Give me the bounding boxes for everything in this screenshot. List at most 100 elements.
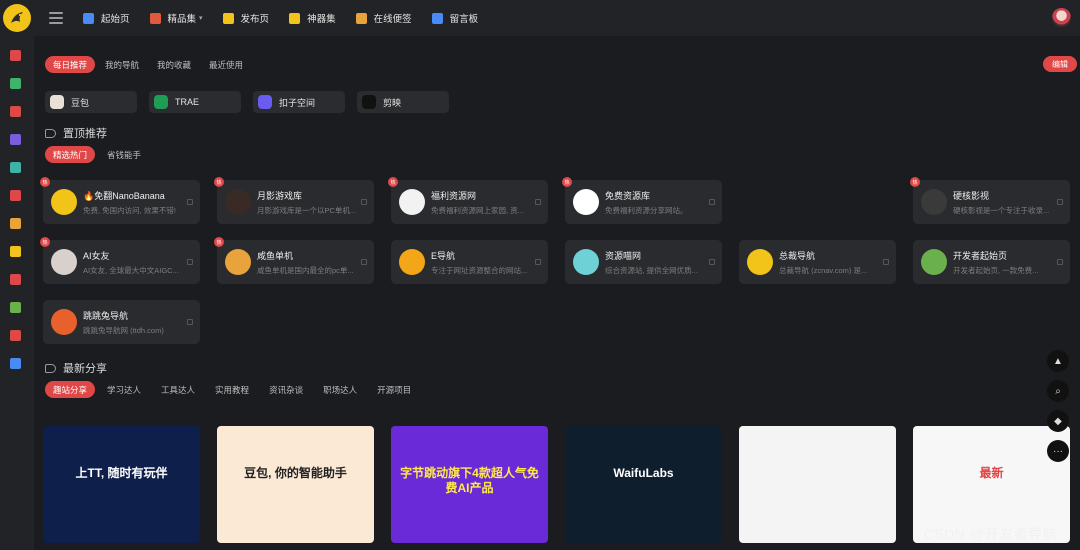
site-card-name: 硬核影视: [953, 190, 990, 201]
site-card-desc: 咸鱼单机是国内最全的pc单...: [257, 265, 354, 275]
chevron-down-icon: ▾: [199, 15, 203, 22]
site-card[interactable]: 开发者起始页 开发者起始页, 一款免费...: [913, 240, 1070, 284]
rail-icon-12[interactable]: [10, 358, 21, 369]
site-card[interactable]: 热硬核影视硬核影视是一个专注于收录...: [910, 177, 1070, 224]
tag-button[interactable]: ◆: [1047, 410, 1069, 432]
tab-latest-0[interactable]: 趣站分享: [45, 381, 96, 398]
card-detail-icon[interactable]: [187, 259, 193, 265]
rail-icon-11[interactable]: [10, 330, 21, 341]
site-card-text: 硬核影视硬核影视是一个专注于收录...: [953, 189, 1065, 216]
site-logo[interactable]: [3, 4, 31, 32]
tab-latest-5[interactable]: 职场达人: [315, 381, 365, 398]
left-rail: [0, 36, 34, 550]
rail-icon-1[interactable]: [10, 50, 21, 61]
back-to-top-button[interactable]: ▲: [1047, 350, 1069, 372]
share-thumbnail[interactable]: 字节跳动旗下4款超人气免费AI产品: [391, 426, 548, 543]
rail-icon-3[interactable]: [10, 106, 21, 117]
nav-item-0[interactable]: 起始页: [83, 11, 130, 25]
site-card-desc: 免费, 免国内访问, 效果不错!: [83, 205, 176, 215]
hot-badge-icon: 热: [214, 177, 224, 187]
card-detail-icon[interactable]: [535, 199, 541, 205]
share-thumbnail[interactable]: 豆包, 你的智能助手: [217, 426, 374, 543]
tab-top-0[interactable]: 每日推荐: [45, 56, 96, 73]
notes-icon: [355, 12, 367, 24]
quick-link-3[interactable]: 剪映: [357, 91, 449, 113]
menu-toggle-icon[interactable]: [49, 12, 63, 24]
card-detail-icon[interactable]: [361, 259, 367, 265]
site-card[interactable]: 热 AI女友 AI女友, 全球最大中文AIGC...: [40, 237, 200, 284]
rail-icon-6[interactable]: [10, 190, 21, 201]
latest-tabs: 趣站分享 学习达人 工具达人 实用教程 资讯杂谈 职场达人 开源项目: [45, 381, 419, 398]
site-card[interactable]: 热 🔥免翻NanoBanana 免费, 免国内访问, 效果不错!: [40, 177, 200, 224]
tab-top-2[interactable]: 我的收藏: [149, 56, 199, 73]
site-card[interactable]: 热福利资源网 免费福利资源网上家园, 资...: [388, 177, 548, 224]
site-card-desc: 硬核影视是一个专注于收录...: [953, 205, 1050, 215]
card-detail-icon[interactable]: [361, 199, 367, 205]
rail-icon-2[interactable]: [10, 78, 21, 89]
site-logo-icon: [573, 249, 599, 275]
tab-latest-1[interactable]: 学习达人: [99, 381, 149, 398]
site-card[interactable]: 资源喵网 综合资源站, 提供全网优质...: [565, 240, 722, 284]
site-card[interactable]: 热月影游戏库 月影游戏库是一个以PC单机...: [214, 177, 374, 224]
site-card-desc: 综合资源站, 提供全网优质...: [605, 265, 698, 275]
tab-pinned-1[interactable]: 省钱能手: [99, 146, 149, 163]
tab-top-3[interactable]: 最近使用: [201, 56, 251, 73]
tab-pinned-0[interactable]: 精选热门: [45, 146, 96, 163]
hot-badge-icon: 热: [910, 177, 920, 187]
rail-icon-8[interactable]: [10, 246, 21, 257]
nav-item-3[interactable]: 神器集: [289, 11, 336, 25]
card-detail-icon[interactable]: [187, 319, 193, 325]
site-card-name: 咸鱼单机: [257, 250, 294, 261]
tab-latest-3[interactable]: 实用教程: [207, 381, 257, 398]
site-card-desc: 月影游戏库是一个以PC单机...: [257, 205, 357, 215]
nav-item-1[interactable]: 精品集 ▾: [149, 11, 203, 25]
site-card-text: 福利资源网 免费福利资源网上家园, 资...: [431, 189, 543, 216]
site-card[interactable]: 热免费资源库 免费福利资源分享网站。: [562, 177, 722, 224]
quick-link-2[interactable]: 扣子空间: [253, 91, 345, 113]
rail-icon-4[interactable]: [10, 134, 21, 145]
nav-item-2[interactable]: 发布页: [222, 11, 270, 25]
site-card-text: 月影游戏库 月影游戏库是一个以PC单机...: [257, 189, 369, 216]
share-thumbnail[interactable]: WaifuLabs: [565, 426, 722, 543]
quick-links: 豆包 TRAE 扣子空间 剪映: [45, 91, 449, 113]
tab-latest-4[interactable]: 资讯杂谈: [261, 381, 311, 398]
edit-button[interactable]: 编辑: [1043, 56, 1077, 72]
toolbox-icon: [289, 12, 301, 24]
rail-icon-7[interactable]: [10, 218, 21, 229]
hot-badge-icon: 热: [214, 237, 224, 247]
quick-link-label: 扣子空间: [279, 97, 316, 108]
quick-link-1[interactable]: TRAE: [149, 91, 241, 113]
site-card-text: AI女友 AI女友, 全球最大中文AIGC...: [83, 249, 195, 276]
share-thumbnail[interactable]: [739, 426, 896, 543]
card-detail-icon[interactable]: [709, 199, 715, 205]
card-detail-icon[interactable]: [709, 259, 715, 265]
nav-item-label: 发布页: [240, 14, 270, 25]
app-icon: [154, 95, 168, 109]
tab-latest-2[interactable]: 工具达人: [153, 381, 203, 398]
rail-icon-5[interactable]: [10, 162, 21, 173]
card-detail-icon[interactable]: [1057, 199, 1063, 205]
tab-latest-6[interactable]: 开源项目: [369, 381, 419, 398]
card-detail-icon[interactable]: [535, 259, 541, 265]
search-icon: ⌕: [1055, 385, 1061, 397]
share-thumbnail[interactable]: 上TT, 随时有玩伴: [43, 426, 200, 543]
site-card[interactable]: 跳跳兔导航 跳跳兔导航网 (ttdh.com): [43, 300, 200, 344]
site-card[interactable]: E导航 专注于网址资源整合的网站...: [391, 240, 548, 284]
site-card[interactable]: 热咸鱼单机咸鱼单机是国内最全的pc单...: [214, 237, 374, 284]
more-button[interactable]: ···: [1047, 440, 1069, 462]
nav-item-4[interactable]: 在线便签: [355, 11, 412, 25]
tab-top-1[interactable]: 我的导航: [97, 56, 147, 73]
card-detail-icon[interactable]: [187, 199, 193, 205]
quick-link-0[interactable]: 豆包: [45, 91, 137, 113]
rail-icon-10[interactable]: [10, 302, 21, 313]
site-logo-icon: [921, 189, 947, 215]
user-avatar[interactable]: [1052, 8, 1071, 27]
top-nav: 起始页 精品集 ▾ 发布页 神器集 在线便签 留言板: [83, 11, 498, 25]
card-detail-icon[interactable]: [883, 259, 889, 265]
nav-item-5[interactable]: 留言板: [431, 11, 478, 25]
search-button[interactable]: ⌕: [1047, 380, 1069, 402]
rail-icon-9[interactable]: [10, 274, 21, 285]
site-card[interactable]: 总裁导航 总裁导航 (zcnav.com) 是...: [739, 240, 896, 284]
card-detail-icon[interactable]: [1057, 259, 1063, 265]
nav-item-label: 在线便签: [373, 14, 412, 25]
